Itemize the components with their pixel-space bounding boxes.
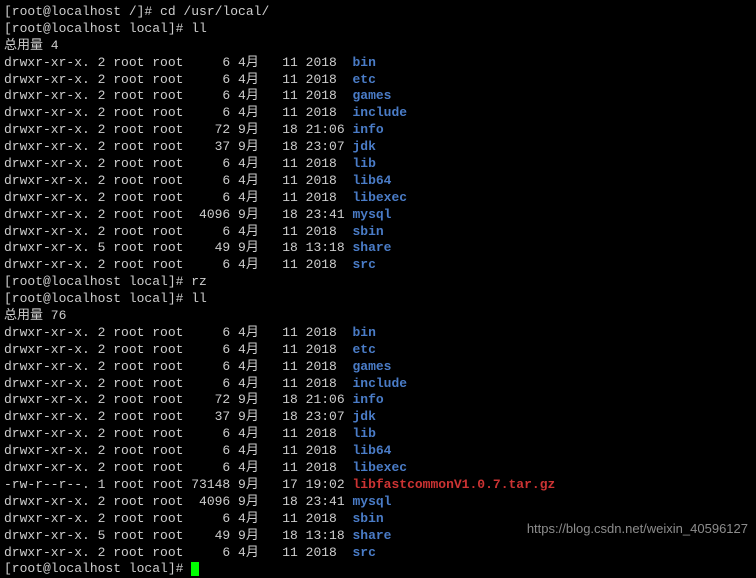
file-name: share — [352, 240, 391, 255]
list-item: drwxr-xr-x. 2 root root 6 4月 11 2018 src — [4, 545, 752, 562]
list-item: drwxr-xr-x. 2 root root 6 4月 11 2018 etc — [4, 342, 752, 359]
cursor — [191, 562, 199, 576]
list-item: drwxr-xr-x. 2 root root 6 4月 11 2018 lib… — [4, 173, 752, 190]
command-text: ll — [191, 21, 207, 36]
list-item: drwxr-xr-x. 2 root root 37 9月 18 23:07 j… — [4, 139, 752, 156]
command-text: rz — [191, 274, 207, 289]
file-name: games — [352, 88, 391, 103]
file-name: src — [352, 257, 375, 272]
file-name: lib64 — [352, 443, 391, 458]
list-item: drwxr-xr-x. 2 root root 6 4月 11 2018 inc… — [4, 376, 752, 393]
file-name: sbin — [352, 224, 383, 239]
prompt: [root@localhost /]# — [4, 4, 160, 19]
file-name: src — [352, 545, 375, 560]
list-item: drwxr-xr-x. 2 root root 6 4月 11 2018 bin — [4, 325, 752, 342]
list-item: drwxr-xr-x. 2 root root 6 4月 11 2018 lib… — [4, 190, 752, 207]
prompt: [root@localhost local]# — [4, 274, 191, 289]
list-item: drwxr-xr-x. 2 root root 72 9月 18 21:06 i… — [4, 392, 752, 409]
file-name: lib — [352, 156, 375, 171]
prompt-line[interactable]: [root@localhost local]# rz — [4, 274, 752, 291]
file-name: info — [352, 392, 383, 407]
prompt: [root@localhost local]# — [4, 561, 191, 576]
file-name: include — [352, 105, 407, 120]
prompt-line[interactable]: [root@localhost local]# — [4, 561, 752, 578]
file-name: include — [352, 376, 407, 391]
file-name: bin — [352, 55, 375, 70]
list-item: drwxr-xr-x. 2 root root 6 4月 11 2018 gam… — [4, 359, 752, 376]
list-item: drwxr-xr-x. 2 root root 6 4月 11 2018 etc — [4, 72, 752, 89]
file-name: libexec — [352, 460, 407, 475]
list-item: drwxr-xr-x. 2 root root 72 9月 18 21:06 i… — [4, 122, 752, 139]
list-item: drwxr-xr-x. 2 root root 6 4月 11 2018 lib — [4, 156, 752, 173]
file-name: libexec — [352, 190, 407, 205]
list-item: drwxr-xr-x. 2 root root 6 4月 11 2018 src — [4, 257, 752, 274]
terminal-output[interactable]: [root@localhost /]# cd /usr/local/[root@… — [4, 4, 752, 578]
command-text: ll — [191, 291, 207, 306]
file-name: mysql — [352, 207, 391, 222]
file-name: share — [352, 528, 391, 543]
list-item: drwxr-xr-x. 2 root root 6 4月 11 2018 lib… — [4, 443, 752, 460]
list-item: drwxr-xr-x. 2 root root 6 4月 11 2018 sbi… — [4, 224, 752, 241]
file-name: etc — [352, 342, 375, 357]
total-header: 总用量 76 — [4, 308, 752, 325]
file-name: libfastcommonV1.0.7.tar.gz — [352, 477, 555, 492]
list-item: drwxr-xr-x. 2 root root 6 4月 11 2018 bin — [4, 55, 752, 72]
list-item: drwxr-xr-x. 2 root root 37 9月 18 23:07 j… — [4, 409, 752, 426]
file-name: mysql — [352, 494, 391, 509]
list-item: drwxr-xr-x. 2 root root 4096 9月 18 23:41… — [4, 494, 752, 511]
total-header: 总用量 4 — [4, 38, 752, 55]
prompt-line[interactable]: [root@localhost local]# ll — [4, 291, 752, 308]
prompt: [root@localhost local]# — [4, 291, 191, 306]
file-name: lib64 — [352, 173, 391, 188]
command-text: cd /usr/local/ — [160, 4, 269, 19]
file-name: lib — [352, 426, 375, 441]
file-name: jdk — [352, 409, 375, 424]
file-name: bin — [352, 325, 375, 340]
file-name: jdk — [352, 139, 375, 154]
watermark-text: https://blog.csdn.net/weixin_40596127 — [527, 521, 748, 538]
list-item: drwxr-xr-x. 2 root root 6 4月 11 2018 inc… — [4, 105, 752, 122]
list-item: -rw-r--r--. 1 root root 73148 9月 17 19:0… — [4, 477, 752, 494]
list-item: drwxr-xr-x. 2 root root 4096 9月 18 23:41… — [4, 207, 752, 224]
list-item: drwxr-xr-x. 2 root root 6 4月 11 2018 gam… — [4, 88, 752, 105]
list-item: drwxr-xr-x. 2 root root 6 4月 11 2018 lib… — [4, 460, 752, 477]
file-name: sbin — [352, 511, 383, 526]
list-item: drwxr-xr-x. 5 root root 49 9月 18 13:18 s… — [4, 240, 752, 257]
prompt: [root@localhost local]# — [4, 21, 191, 36]
file-name: etc — [352, 72, 375, 87]
file-name: games — [352, 359, 391, 374]
prompt-line[interactable]: [root@localhost local]# ll — [4, 21, 752, 38]
file-name: info — [352, 122, 383, 137]
list-item: drwxr-xr-x. 2 root root 6 4月 11 2018 lib — [4, 426, 752, 443]
prompt-line[interactable]: [root@localhost /]# cd /usr/local/ — [4, 4, 752, 21]
